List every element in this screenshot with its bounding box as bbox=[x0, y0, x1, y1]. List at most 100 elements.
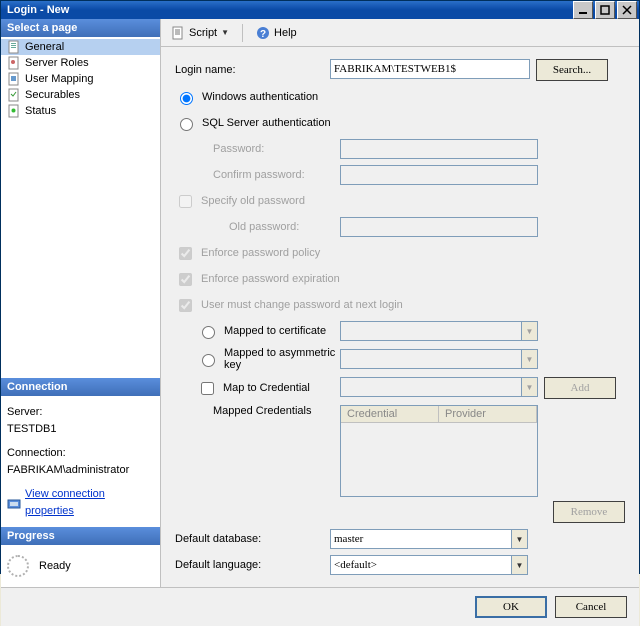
enforce-policy-checkbox bbox=[179, 247, 192, 260]
provider-column-header: Provider bbox=[439, 406, 537, 422]
minimize-button[interactable] bbox=[573, 1, 593, 19]
connection-value: FABRIKAM\administrator bbox=[7, 462, 154, 479]
password-input bbox=[340, 139, 538, 159]
confirm-password-label: Confirm password: bbox=[175, 169, 340, 181]
enforce-policy-label: Enforce password policy bbox=[201, 247, 320, 259]
must-change-checkbox bbox=[179, 299, 192, 312]
maximize-icon bbox=[600, 5, 610, 15]
login-name-label: Login name: bbox=[175, 64, 330, 76]
chevron-down-icon: ▼ bbox=[521, 377, 538, 397]
mapped-asym-label: Mapped to asymmetric key bbox=[224, 347, 340, 371]
chevron-down-icon: ▼ bbox=[221, 28, 229, 37]
minimize-icon bbox=[578, 5, 588, 15]
window-title: Login - New bbox=[7, 4, 571, 16]
page-item-securables[interactable]: Securables bbox=[1, 87, 160, 103]
default-database-input[interactable] bbox=[330, 529, 511, 549]
search-button[interactable]: Search... bbox=[536, 59, 608, 81]
sql-auth-label: SQL Server authentication bbox=[202, 117, 331, 129]
specify-old-password-label: Specify old password bbox=[201, 195, 305, 207]
close-button[interactable] bbox=[617, 1, 637, 19]
help-icon: ? bbox=[256, 26, 270, 40]
old-password-label: Old password: bbox=[175, 221, 340, 233]
mapped-asym-combo: ▼ bbox=[340, 349, 538, 369]
default-database-combo[interactable]: ▼ bbox=[330, 529, 528, 549]
chevron-down-icon[interactable]: ▼ bbox=[511, 529, 528, 549]
enforce-policy-check: Enforce password policy bbox=[175, 244, 320, 263]
page-icon bbox=[7, 104, 21, 118]
page-item-server-roles[interactable]: Server Roles bbox=[1, 55, 160, 71]
enforce-expiration-check: Enforce password expiration bbox=[175, 270, 340, 289]
sql-auth-radio[interactable]: SQL Server authentication bbox=[175, 115, 331, 131]
windows-auth-radio-input[interactable] bbox=[180, 92, 193, 105]
must-change-check: User must change password at next login bbox=[175, 296, 403, 315]
confirm-password-input bbox=[340, 165, 538, 185]
chevron-down-icon: ▼ bbox=[521, 321, 538, 341]
page-item-status[interactable]: Status bbox=[1, 103, 160, 119]
page-list: General Server Roles User Mapping Secura… bbox=[1, 37, 160, 121]
close-icon bbox=[622, 5, 632, 15]
mapped-credentials-list: Credential Provider bbox=[340, 405, 538, 497]
ok-button[interactable]: OK bbox=[475, 596, 547, 618]
connection-header: Connection bbox=[1, 378, 160, 396]
login-new-dialog: Login - New Select a page General Server… bbox=[0, 0, 640, 574]
windows-auth-label: Windows authentication bbox=[202, 91, 318, 103]
script-button[interactable]: Script ▼ bbox=[165, 24, 235, 42]
mapped-asym-radio[interactable] bbox=[202, 354, 215, 367]
mapped-cert-radio[interactable] bbox=[202, 326, 215, 339]
page-icon bbox=[7, 72, 21, 86]
page-label: Server Roles bbox=[25, 57, 89, 69]
progress-status: Ready bbox=[39, 560, 71, 572]
page-icon bbox=[7, 56, 21, 70]
specify-old-password-checkbox bbox=[179, 195, 192, 208]
old-password-input bbox=[340, 217, 538, 237]
must-change-label: User must change password at next login bbox=[201, 299, 403, 311]
page-label: Securables bbox=[25, 89, 80, 101]
chevron-down-icon: ▼ bbox=[521, 349, 538, 369]
map-cred-input bbox=[340, 377, 521, 397]
page-icon bbox=[7, 40, 21, 54]
maximize-button[interactable] bbox=[595, 1, 615, 19]
script-icon bbox=[171, 26, 185, 40]
chevron-down-icon[interactable]: ▼ bbox=[511, 555, 528, 575]
progress-header: Progress bbox=[1, 527, 160, 545]
server-label: Server: bbox=[7, 404, 154, 421]
login-name-input[interactable] bbox=[330, 59, 530, 79]
enforce-expiration-checkbox bbox=[179, 273, 192, 286]
server-value: TESTDB1 bbox=[7, 421, 154, 438]
svg-text:?: ? bbox=[260, 29, 266, 40]
mapped-cert-input bbox=[340, 321, 521, 341]
toolbar-separator bbox=[242, 24, 243, 42]
map-to-credential-checkbox[interactable] bbox=[201, 382, 214, 395]
page-label: User Mapping bbox=[25, 73, 93, 85]
page-item-general[interactable]: General bbox=[1, 39, 160, 55]
windows-auth-radio[interactable]: Windows authentication bbox=[175, 89, 318, 105]
help-button[interactable]: ? Help bbox=[250, 24, 303, 42]
select-page-header: Select a page bbox=[1, 19, 160, 37]
credential-column-header: Credential bbox=[341, 406, 439, 422]
page-label: Status bbox=[25, 105, 56, 117]
cancel-button[interactable]: Cancel bbox=[555, 596, 627, 618]
form-area: Login name: Search... Windows authentica… bbox=[161, 47, 639, 587]
toolbar: Script ▼ ? Help bbox=[161, 19, 639, 47]
mapped-cert-combo: ▼ bbox=[340, 321, 538, 341]
view-connection-properties-link[interactable]: View connection properties bbox=[25, 486, 154, 519]
script-label: Script bbox=[189, 27, 217, 39]
mapped-asym-input bbox=[340, 349, 521, 369]
page-label: General bbox=[25, 41, 64, 53]
sql-auth-radio-input[interactable] bbox=[180, 118, 193, 131]
enforce-expiration-label: Enforce password expiration bbox=[201, 273, 340, 285]
mapped-cert-label: Mapped to certificate bbox=[224, 325, 326, 337]
specify-old-password-check: Specify old password bbox=[175, 192, 305, 211]
add-button: Add bbox=[544, 377, 616, 399]
page-item-user-mapping[interactable]: User Mapping bbox=[1, 71, 160, 87]
left-spacer bbox=[1, 121, 160, 378]
remove-button: Remove bbox=[553, 501, 625, 523]
mapped-credentials-label: Mapped Credentials bbox=[175, 405, 340, 417]
password-label: Password: bbox=[175, 143, 340, 155]
map-cred-combo: ▼ bbox=[340, 377, 538, 399]
page-icon bbox=[7, 88, 21, 102]
connection-props-icon bbox=[7, 496, 21, 510]
default-language-combo[interactable]: ▼ bbox=[330, 555, 528, 575]
default-language-input[interactable] bbox=[330, 555, 511, 575]
titlebar: Login - New bbox=[1, 1, 639, 19]
